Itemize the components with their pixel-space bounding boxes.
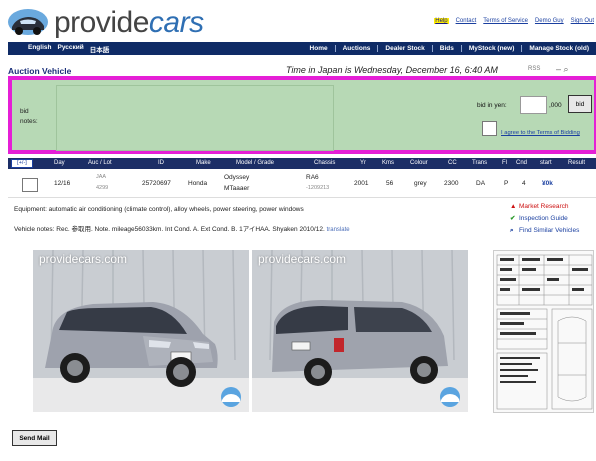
nav-items: Home Auctions Dealer Stock Bids MyStock …: [303, 45, 596, 52]
nav-auctions[interactable]: Auctions: [334, 45, 378, 52]
translate-link[interactable]: translate: [327, 227, 350, 233]
help-link[interactable]: Help: [434, 18, 449, 24]
row-checkbox[interactable]: [22, 178, 38, 192]
similar-vehicles-link[interactable]: ⌕ Find Similar Vehicles: [510, 225, 579, 237]
cell-chassis: RA6: [306, 174, 319, 181]
check-icon: ✔: [510, 215, 516, 222]
vehicle-photo-front[interactable]: providecars.com: [33, 250, 249, 412]
col-result: Result: [568, 160, 586, 166]
col-cc: CC: [448, 160, 457, 166]
cell-grade: MTaaaer: [224, 185, 250, 192]
cell-start: ¥0k: [542, 180, 553, 187]
bid-amount-input[interactable]: [520, 96, 547, 114]
nav-dealer-stock[interactable]: Dealer Stock: [377, 45, 431, 52]
toolbar-icons: – ⌕: [556, 64, 569, 75]
photo-watermark: providecars.com: [39, 252, 128, 266]
send-mail-button[interactable]: Send Mail: [12, 430, 57, 446]
market-research-link[interactable]: ▲ Market Research: [510, 201, 579, 213]
bid-yen-label: bid in yen:: [477, 102, 507, 109]
cell-cnd: 4: [522, 180, 526, 187]
language-switcher: English Русский 日本語: [28, 44, 109, 54]
cell-cc: 2300: [444, 180, 459, 187]
col-model-grade: Model / Grade: [236, 160, 275, 166]
cell-lot: 4299: [96, 185, 109, 191]
agree-terms-checkbox[interactable]: [482, 121, 497, 136]
nav-manage-stock[interactable]: Manage Stock (old): [521, 45, 596, 52]
lang-japanese[interactable]: 日本語: [90, 44, 110, 54]
nav-bids[interactable]: Bids: [431, 45, 461, 52]
select-all-toggle[interactable]: [+/-]: [11, 159, 33, 168]
col-trans: Trans: [472, 160, 488, 166]
cell-model: Odyssey: [224, 174, 250, 181]
contact-link[interactable]: Contact: [456, 18, 477, 24]
search-icon: ⌕: [510, 227, 514, 234]
rss-icon[interactable]: RSS: [528, 66, 540, 72]
inspection-guide-link[interactable]: ✔ Inspection Guide: [510, 213, 579, 225]
cell-colour: grey: [414, 180, 427, 187]
equipment-text: Equipment: automatic air conditioning (c…: [14, 206, 304, 213]
nav-mystock[interactable]: MyStock (new): [460, 45, 522, 52]
bid-button[interactable]: bid: [568, 95, 592, 113]
side-links: ▲ Market Research ✔ Inspection Guide ⌕ Find…: [510, 201, 579, 237]
col-colour: Colour: [410, 160, 428, 166]
vehicle-notes-text: Vehicle notes: Rec. 参取用. Note. mileage56…: [14, 226, 325, 233]
cell-id: 25720697: [142, 180, 171, 187]
site-header: providecars Help Contact Terms of Servic…: [0, 0, 596, 42]
cell-yr: 2001: [354, 180, 369, 187]
main-nav: English Русский 日本語 Home Auctions Dealer…: [8, 42, 596, 55]
nav-home[interactable]: Home: [303, 45, 335, 52]
cell-fl: P: [504, 180, 509, 187]
page-title: Auction Vehicle: [8, 66, 72, 76]
user-link[interactable]: Demo Guy: [535, 18, 564, 24]
auction-sheet-drawing: [496, 254, 593, 410]
col-start: start: [540, 160, 552, 166]
top-links: Help Contact Terms of Service Demo Guy S…: [434, 18, 594, 24]
terms-of-bidding-link[interactable]: I agree to the Terms of Bidding: [501, 130, 580, 136]
bid-notes-textarea[interactable]: [56, 85, 334, 151]
cell-make: Honda: [188, 180, 208, 187]
minus-icon[interactable]: –: [556, 64, 561, 74]
cell-day: 12/16: [54, 180, 71, 187]
logo-car-icon[interactable]: [6, 7, 50, 37]
japan-time: Time in Japan is Wednesday, December 16,…: [286, 65, 498, 75]
car-badge-icon: [221, 387, 241, 407]
cell-trans: DA: [476, 180, 486, 187]
cell-auction: JAA: [96, 174, 107, 180]
bid-panel: bid notes: bid in yen: ,000 bid I agree …: [8, 76, 596, 154]
bid-notes-label: bid notes:: [20, 108, 38, 125]
col-id: ID: [158, 160, 164, 166]
bid-suffix: ,000: [549, 102, 562, 109]
lang-russian[interactable]: Русский: [57, 44, 83, 54]
car-badge-icon: [440, 387, 460, 407]
cell-chassis-no: -1209213: [306, 185, 330, 191]
col-make: Make: [196, 160, 211, 166]
auction-sheet-image[interactable]: [493, 250, 594, 413]
logo-text[interactable]: providecars: [54, 6, 204, 40]
table-row[interactable]: 12/16 JAA 4299 25720697 Honda Odyssey MT…: [8, 170, 596, 198]
lang-english[interactable]: English: [28, 44, 51, 54]
col-yr: Yr: [360, 160, 366, 166]
zoom-icon[interactable]: ⌕: [564, 64, 569, 74]
results-table-header: [+/-] Day Auc / Lot ID Make Model / Grad…: [8, 158, 596, 169]
col-kms: Kms: [382, 160, 394, 166]
chart-icon: ▲: [510, 203, 517, 210]
col-auc-lot: Auc / Lot: [88, 160, 112, 166]
col-chassis: Chassis: [314, 160, 336, 166]
terms-link[interactable]: Terms of Service: [483, 18, 528, 24]
photo-watermark: providecars.com: [258, 252, 347, 266]
vehicle-notes: Vehicle notes: Rec. 参取用. Note. mileage56…: [14, 223, 350, 233]
col-cnd: Cnd: [516, 160, 528, 166]
vehicle-photo-rear[interactable]: providecars.com: [252, 250, 468, 412]
sign-out-link[interactable]: Sign Out: [571, 18, 594, 24]
cell-kms: 56: [386, 180, 394, 187]
col-fl: Fl: [502, 160, 507, 166]
col-day: Day: [54, 160, 65, 166]
